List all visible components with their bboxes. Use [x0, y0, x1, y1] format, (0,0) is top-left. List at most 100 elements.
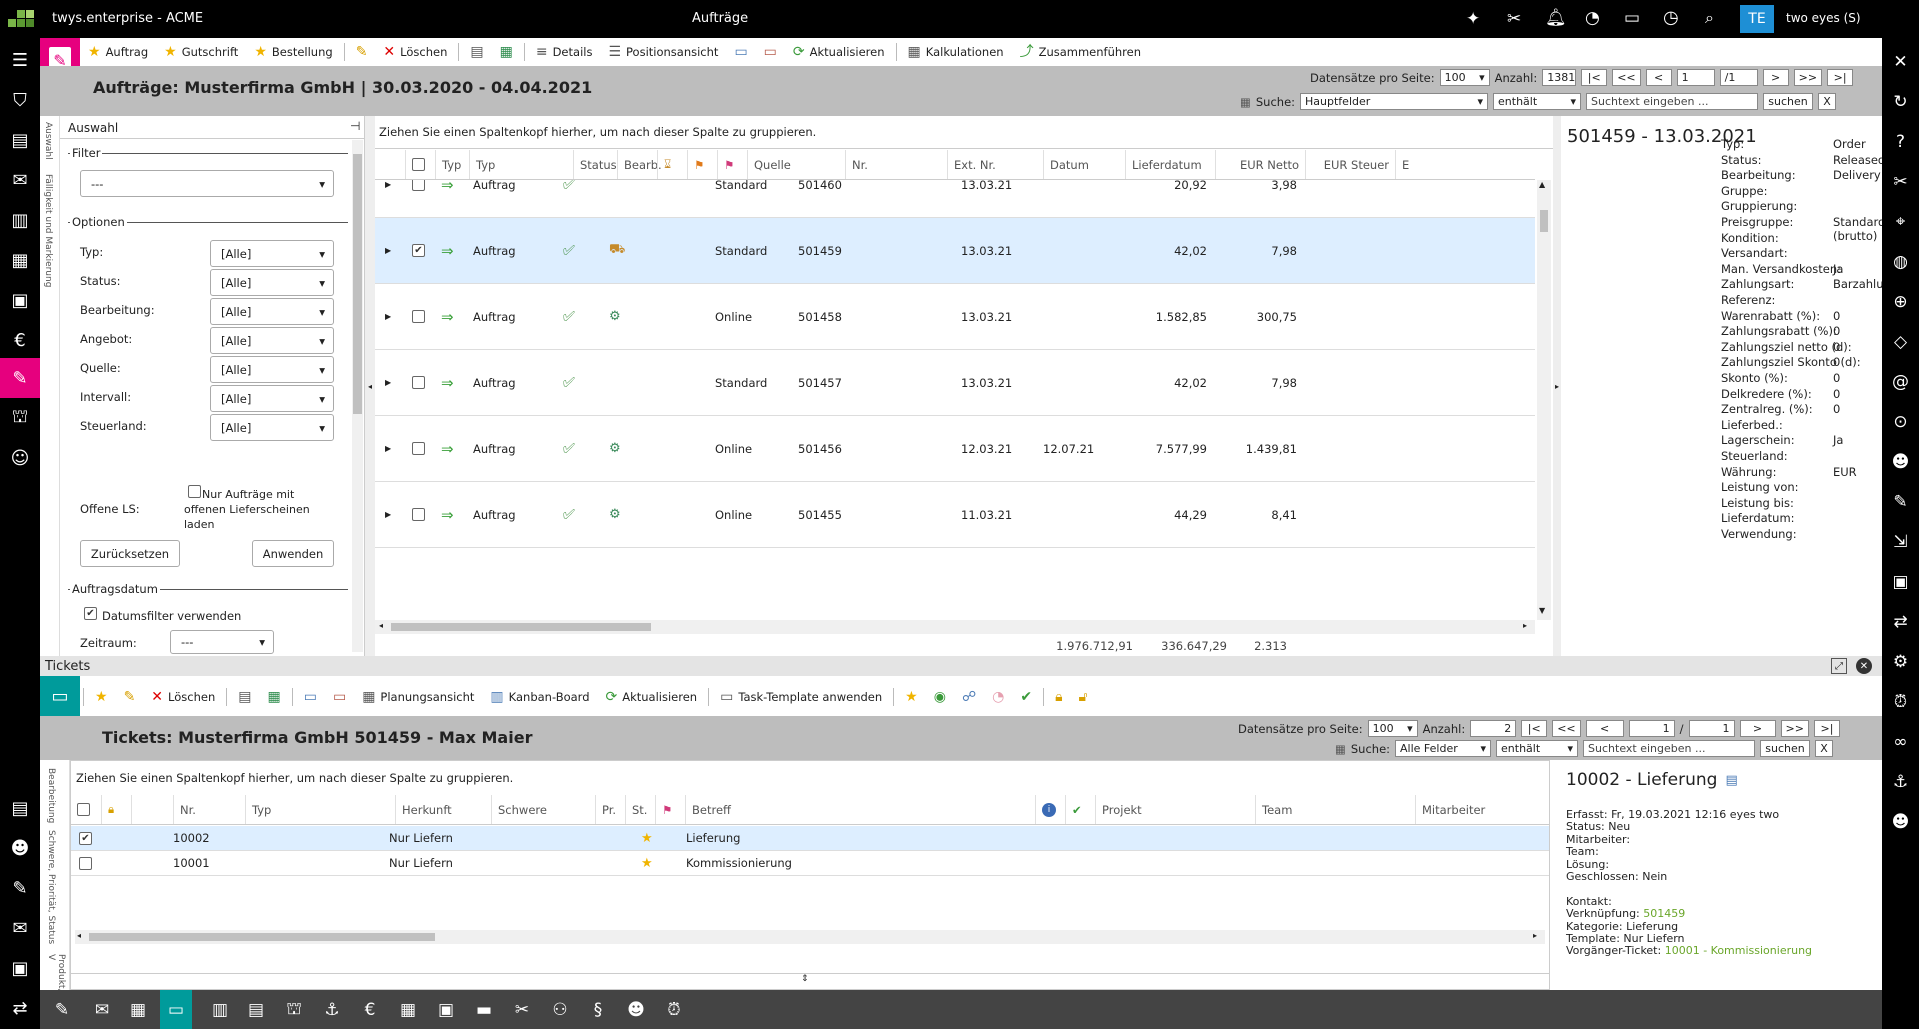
mail-icon[interactable]: ✉ — [86, 995, 118, 1025]
search-input[interactable]: Suchtext eingeben ... — [1586, 93, 1759, 110]
resize-handle-icon[interactable]: ⇕ — [801, 974, 809, 984]
delete-ticket-button[interactable]: ✕ Löschen — [143, 684, 223, 710]
select-all-checkbox[interactable] — [412, 158, 425, 171]
apply-button[interactable]: Anwenden — [252, 540, 334, 567]
search-op-select[interactable]: enthält ▾ — [1496, 740, 1579, 757]
col-nr[interactable]: Nr. — [845, 150, 947, 179]
prev-block-button[interactable]: << — [1612, 69, 1641, 86]
chart-icon[interactable]: ▥ — [0, 202, 40, 238]
app-logo-icon[interactable] — [8, 9, 34, 29]
row-checkbox[interactable] — [412, 310, 425, 323]
table-row[interactable]: ▶ ✔ ⇒ Auftrag ✅︎ ⛟ Standard 501459 13.03… — [375, 218, 1535, 284]
col-typ[interactable]: Typ — [245, 795, 395, 824]
next-block-button[interactable]: >> — [1793, 69, 1823, 86]
next-page-button[interactable]: > — [1762, 69, 1789, 86]
row-checkbox[interactable] — [412, 180, 425, 191]
search-op-select[interactable]: enthält ▾ — [1493, 93, 1582, 110]
unlock-button[interactable]: 🔓︎ — [1071, 684, 1096, 710]
tools-icon[interactable]: ✂ — [1882, 164, 1919, 200]
calculator-icon[interactable]: ▦ — [392, 995, 424, 1025]
tools-icon[interactable]: ✂ — [506, 995, 538, 1025]
prev-page-button[interactable]: < — [1645, 69, 1672, 86]
new-order-button[interactable]: ★ Auftrag — [80, 39, 156, 65]
user-settings-icon[interactable]: ☻ — [0, 830, 40, 866]
tickets-hscroll[interactable]: ◂ ▸ — [75, 930, 1545, 944]
col-check[interactable]: ✔ — [1065, 795, 1095, 824]
row-checkbox[interactable]: ✔ — [79, 831, 92, 845]
option-select[interactable]: [Alle] ▾ — [210, 356, 334, 383]
positions-view-button[interactable]: ☰ Positionsansicht — [600, 39, 726, 65]
col-herkunft[interactable]: Herkunft — [395, 795, 491, 824]
saved-filter-select[interactable]: --- ▾ — [80, 170, 334, 197]
col-mitarbeiter[interactable]: Mitarbeiter — [1415, 795, 1525, 824]
robot-icon[interactable]: ⚙ — [1882, 644, 1919, 680]
tag-icon[interactable]: ◇ — [1882, 324, 1919, 360]
splitter-handle[interactable]: ▸ — [1553, 116, 1561, 656]
id-icon[interactable]: ⊙ — [1882, 404, 1919, 440]
export-button[interactable]: ▦ — [259, 684, 288, 710]
expand-icon[interactable]: ▶ — [385, 416, 391, 481]
col-st[interactable]: St. — [625, 795, 655, 824]
delete-button[interactable]: ✕ Löschen — [375, 39, 455, 65]
star-burst-icon[interactable]: ✦ — [1466, 9, 1480, 29]
export-button[interactable]: ▦ — [492, 39, 521, 65]
zeitraum-select[interactable]: --- ▾ — [170, 630, 274, 654]
at-icon[interactable]: @ — [1882, 364, 1919, 400]
refresh-button[interactable]: ⟳ Aktualisieren — [785, 39, 893, 65]
favorite-button[interactable]: ★ — [897, 684, 926, 710]
option-select[interactable]: [Alle] ▾ — [210, 269, 334, 296]
col-schwere[interactable]: Schwere — [491, 795, 595, 824]
cash-icon[interactable]: ▣ — [0, 950, 40, 986]
done-button[interactable]: ✔ — [1012, 684, 1040, 710]
search-button[interactable]: suchen — [1760, 740, 1811, 757]
printer-icon[interactable]: ▦ — [0, 242, 40, 278]
col-eur-netto[interactable]: EUR Netto — [1215, 150, 1305, 179]
col-flag[interactable]: ⚑ — [655, 795, 685, 824]
row-checkbox[interactable] — [412, 376, 425, 389]
option-select[interactable]: [Alle] ▾ — [210, 385, 334, 412]
edit-ticket-button[interactable]: ✎ — [116, 684, 144, 710]
network-icon[interactable]: ⚇ — [544, 995, 576, 1025]
pin-icon[interactable]: ⊣ — [350, 119, 360, 133]
help-icon[interactable]: ? — [1882, 124, 1919, 160]
table-row[interactable]: ✔ 10002 Nur Liefern ★ Lieferung — [71, 826, 1549, 851]
table-row[interactable]: ▶ ⇒ Auftrag ✅︎ Standard 501457 13.03.21 … — [375, 350, 1535, 416]
user-euro-icon[interactable]: ☻ — [620, 995, 652, 1025]
globe-pin-icon[interactable]: ◍ — [1882, 244, 1919, 280]
calculations-button[interactable]: ▦ Kalkulationen — [900, 39, 1012, 65]
col-e[interactable]: E — [1395, 150, 1425, 179]
option-select[interactable]: [Alle] ▾ — [210, 298, 334, 325]
tools-icon[interactable]: ✂ — [1507, 9, 1521, 29]
details-button[interactable]: ≡ Details — [528, 39, 601, 65]
refresh-button[interactable]: ⟳ Aktualisieren — [598, 684, 706, 710]
hamburger-menu-icon[interactable]: ☰ — [0, 42, 40, 78]
kanban-button[interactable]: ▥ Kanban-Board — [482, 684, 597, 710]
transfer-icon[interactable]: ⇄ — [1882, 604, 1919, 640]
ticket-link[interactable]: 10001 - Kommissionierung — [1665, 944, 1812, 957]
close-icon[interactable]: ✕ — [1856, 658, 1872, 674]
expand-icon[interactable]: ▶ — [385, 284, 391, 349]
last-page-button[interactable]: >| — [1813, 720, 1840, 737]
signal-icon[interactable]: ◔ — [1585, 8, 1600, 28]
search-input[interactable]: Suchtext eingeben ... — [1583, 740, 1756, 757]
alarm-icon[interactable]: ⏰︎ — [658, 995, 690, 1025]
edit-icon[interactable]: ✎ — [1882, 484, 1919, 520]
link-icon[interactable]: ∞ — [1882, 724, 1919, 760]
side-tab-produkt[interactable]: Produkt, V — [46, 954, 66, 991]
transfer-icon[interactable]: ⇄ — [0, 990, 40, 1026]
first-page-button[interactable]: |< — [1581, 69, 1608, 86]
chart-icon[interactable]: ▥ — [204, 995, 236, 1025]
close-icon[interactable]: ✕ — [1882, 44, 1919, 80]
row-checkbox[interactable] — [412, 442, 425, 455]
col-ext-nr[interactable]: Ext. Nr. — [947, 150, 1043, 179]
col-typ[interactable]: Typ — [469, 150, 573, 179]
merge-button[interactable]: ⤴ Zusammenführen — [1012, 39, 1149, 65]
prev-block-button[interactable]: << — [1552, 720, 1581, 737]
note-icon[interactable]: ▤ — [1725, 773, 1737, 788]
select-all-cell[interactable] — [71, 795, 101, 824]
assign-button[interactable]: ☍ — [954, 684, 984, 710]
paste-button[interactable]: ▭ — [756, 39, 785, 65]
task-template-button[interactable]: ▭ Task-Template anwenden — [712, 684, 890, 710]
cash-register-icon[interactable]: ▣ — [430, 995, 462, 1025]
edit-doc-icon[interactable]: ✎ — [0, 870, 40, 906]
